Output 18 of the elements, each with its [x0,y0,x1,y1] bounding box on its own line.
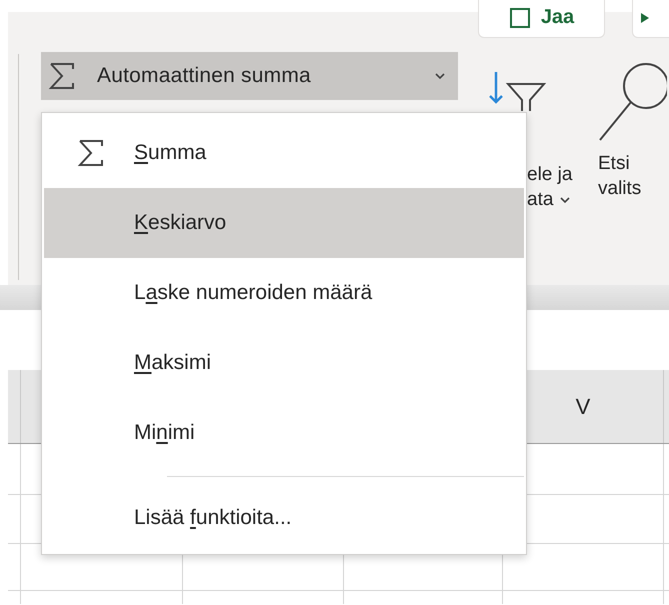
menu-item[interactable]: Minimi [44,398,524,468]
menu-item[interactable]: Maksimi [44,328,524,398]
menu-item[interactable]: Keskiarvo [44,188,524,258]
sort-filter-label[interactable]: ele ja [527,162,596,187]
sort-filter-label[interactable]: ata [527,187,554,212]
sigma-icon [47,61,77,91]
find-select-label[interactable]: Etsi [598,151,667,176]
find-select-label[interactable]: valits [598,176,667,201]
share-button[interactable]: Jaa [478,0,605,38]
menu-item[interactable]: Lisää funktioita... [44,483,524,553]
dropdown-icon [559,196,572,204]
share-icon [508,7,531,29]
column-header[interactable]: V [576,394,590,420]
autosum-button[interactable]: Automaattinen summa [41,52,458,100]
arrow-icon [639,11,651,25]
menu-item[interactable]: Laske numeroiden määrä [44,258,524,328]
menu-item[interactable]: Summa [44,118,524,188]
caret-icon [434,72,446,80]
